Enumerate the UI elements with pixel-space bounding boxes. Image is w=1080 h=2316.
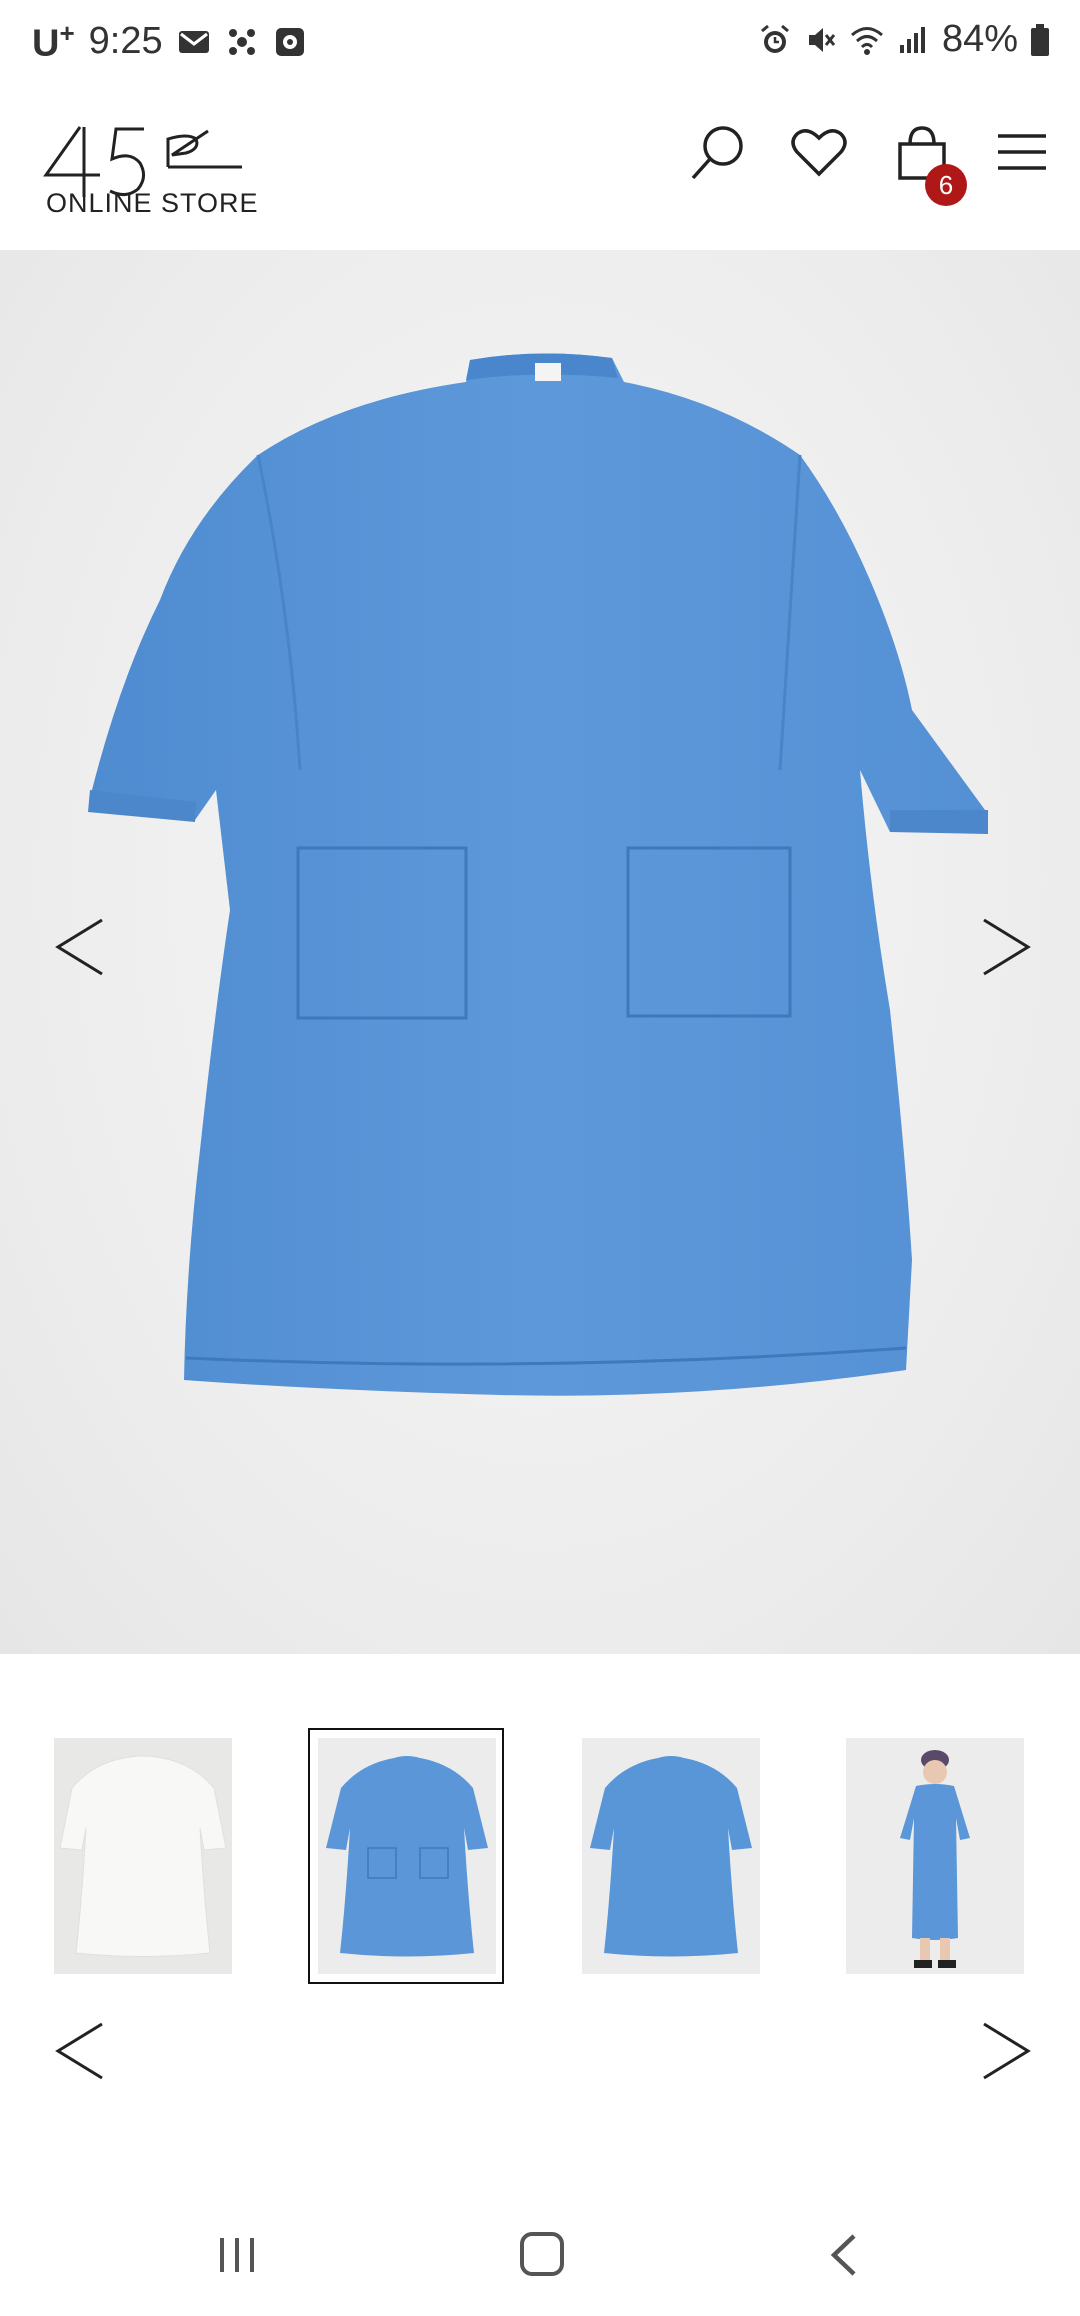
logo-subtitle: ONLINE STORE xyxy=(46,188,259,218)
screen-record-icon xyxy=(275,27,304,56)
white-dress-thumb[interactable] xyxy=(54,1738,232,1974)
search-icon[interactable] xyxy=(685,120,749,184)
battery-percent: 84% xyxy=(941,18,1018,60)
system-nav-bar xyxy=(0,2190,1080,2316)
thumbs-next-arrow[interactable] xyxy=(974,2016,1034,2086)
blue-dress-back-thumb[interactable] xyxy=(582,1738,760,1974)
mail-icon xyxy=(178,30,209,53)
home-icon[interactable] xyxy=(514,2226,570,2282)
carrier-label: U+ xyxy=(32,18,75,65)
back-icon[interactable] xyxy=(824,2228,864,2282)
signal-icon xyxy=(899,26,925,53)
site-header: ONLINE STORE 6 xyxy=(0,84,1080,250)
recent-apps-icon[interactable] xyxy=(212,2230,262,2280)
mute-icon xyxy=(808,27,836,52)
battery-icon xyxy=(1031,23,1049,56)
next-image-arrow[interactable] xyxy=(974,912,1034,982)
clock: 9:25 xyxy=(88,20,163,63)
thumbs-prev-arrow[interactable] xyxy=(52,2016,112,2086)
menu-icon[interactable] xyxy=(990,120,1054,184)
dress-image xyxy=(88,353,988,1396)
status-bar: U+ 9:25 84% xyxy=(0,0,1080,84)
prev-image-arrow[interactable] xyxy=(52,912,112,982)
product-main-image[interactable] xyxy=(0,250,1080,1654)
wifi-icon xyxy=(850,26,883,55)
model-wearing-thumb[interactable] xyxy=(846,1738,1024,1974)
alarm-icon xyxy=(760,24,789,53)
thumbnail-strip xyxy=(0,1728,1080,1998)
cart-count-badge: 6 xyxy=(925,164,967,206)
heart-icon[interactable] xyxy=(787,120,851,184)
blue-dress-front-thumb[interactable] xyxy=(318,1738,496,1974)
network-icon xyxy=(228,28,255,55)
